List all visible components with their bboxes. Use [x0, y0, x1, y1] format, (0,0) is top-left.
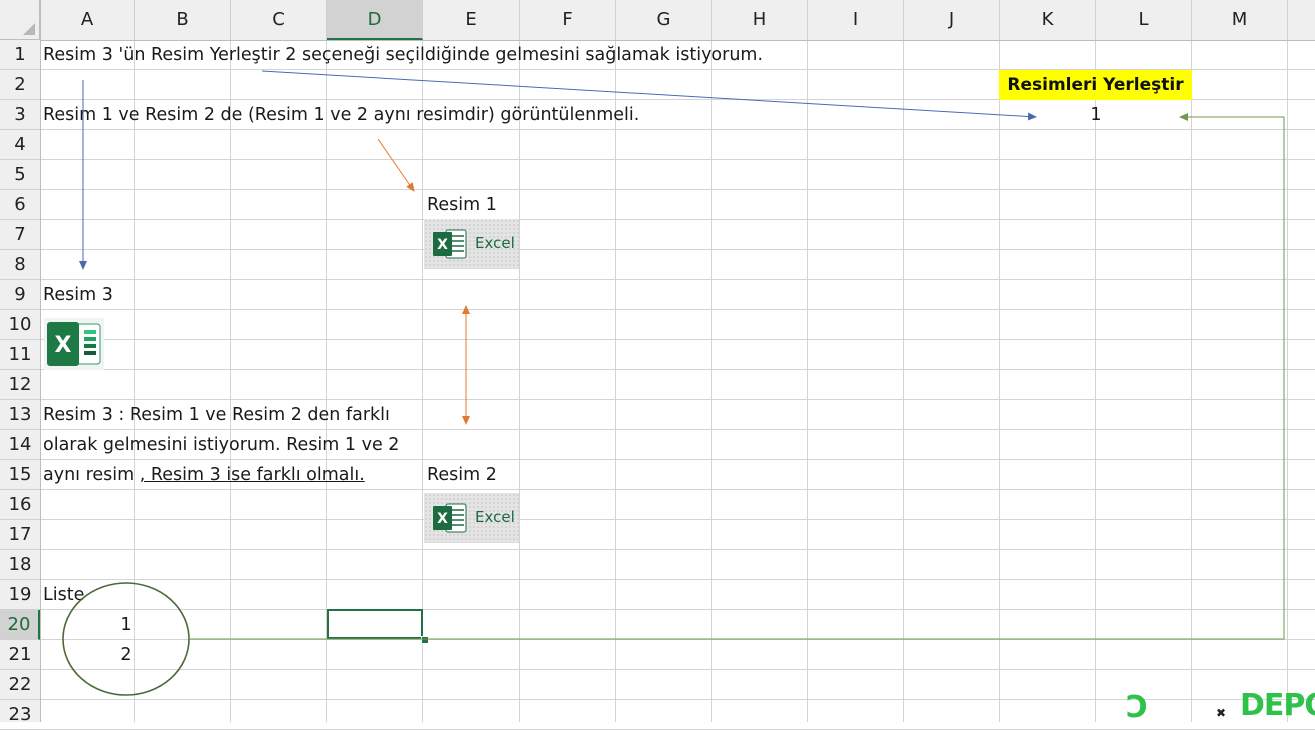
list-circle — [62, 582, 190, 696]
spreadsheet-grid[interactable]: ABCDEFGHIJKLM 1 2 3 4 5 6 7 8 9 10 11 12 13 14 15 16 17 1… — [0, 0, 1315, 730]
arrow-to-resim-1 — [377, 138, 415, 192]
connector-list-to-l3 — [189, 113, 1285, 640]
drawing-overlay — [62, 70, 1285, 696]
watermark-logo-left: Ↄ — [1126, 690, 1149, 725]
watermark-close-icon: ✖ — [1216, 706, 1227, 720]
watermark-text: DEPO — [1240, 688, 1315, 723]
arrow-to-k3 — [261, 70, 1037, 121]
